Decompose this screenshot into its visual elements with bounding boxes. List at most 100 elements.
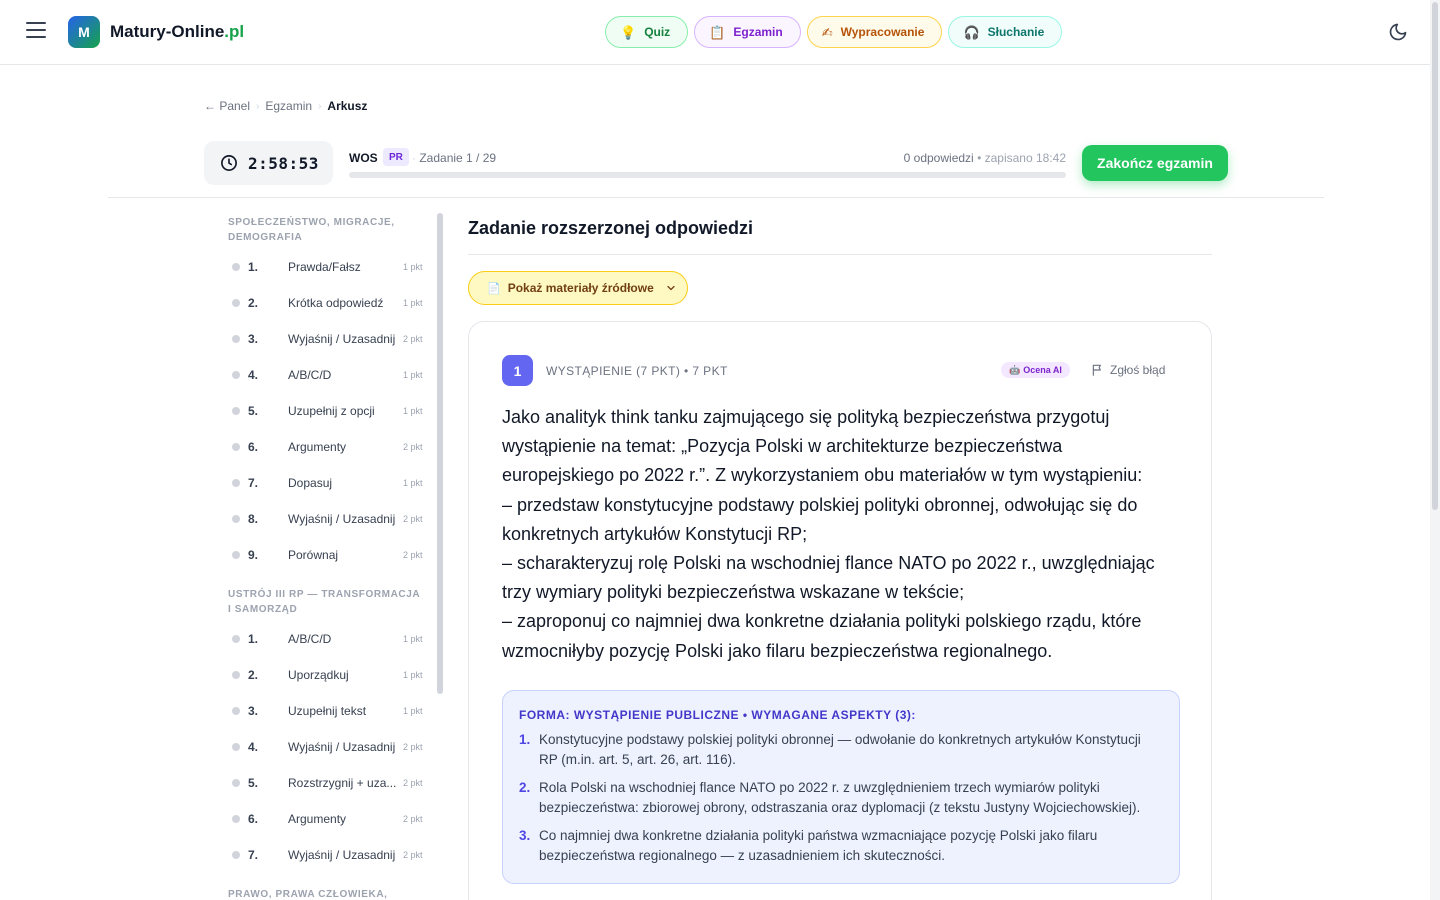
status-dot [232, 815, 240, 823]
task-type-label: Uporządkuj [288, 668, 349, 682]
menu-icon[interactable] [26, 22, 46, 40]
task-points: 2 pkt [403, 550, 423, 560]
status-dot [232, 479, 240, 487]
page-title: Zadanie rozszerzonej odpowiedzi [468, 218, 754, 238]
breadcrumb-separator: › [256, 100, 260, 112]
chevron-down-icon [667, 285, 675, 291]
headphones-icon: 🎧 [963, 24, 980, 40]
lightbulb-icon: 💡 [620, 24, 637, 40]
status-dot [232, 851, 240, 859]
task-number: 5. [248, 404, 259, 418]
sidebar-task-item[interactable]: 5. Uzupełnij z opcji 1 pkt [216, 393, 444, 429]
sidebar-task-item[interactable]: 4. A/B/C/D 1 pkt [216, 357, 444, 393]
question-paragraph: – zaproponuj co najmniej dwa konkretne d… [502, 611, 1142, 661]
task-type-label: Krótka odpowiedź [288, 296, 384, 310]
task-points: 2 pkt [403, 514, 423, 524]
task-type-label: Rozstrzygnij + uza... [288, 776, 397, 790]
task-points: 2 pkt [403, 814, 423, 824]
sidebar-task-item[interactable]: 5. Rozstrzygnij + uza... 2 pkt [216, 765, 444, 801]
task-points: 2 pkt [403, 850, 423, 860]
sidebar-task-item[interactable]: 4. Wyjaśnij / Uzasadnij 2 pkt [216, 729, 444, 765]
sidebar-task-item[interactable]: 3. Uzupełnij tekst 1 pkt [216, 693, 444, 729]
task-type-label: Porównaj [288, 548, 339, 562]
task-points: 1 pkt [403, 298, 423, 308]
task-type-label: Dopasuj [288, 476, 333, 490]
task-type-label: Uzupełnij z opcji [288, 404, 375, 418]
status-dot [232, 743, 240, 751]
sidebar-task-item[interactable]: 6. Argumenty 2 pkt [216, 801, 444, 837]
sidebar-section-title: USTRÓJ III RP — TRANSFORMACJA I SAMORZĄD [228, 589, 420, 615]
show-sources-button[interactable]: 📄 Pokaż materiały źródłowe [468, 271, 688, 305]
clipboard-icon: 📋 [709, 24, 726, 40]
sidebar-section-title: SPOŁECZEŃSTWO, MIGRACJE, DEMOGRAFIA [228, 217, 395, 243]
breadcrumb-egzamin-link[interactable]: Egzamin [265, 99, 312, 113]
ai-grading-badge: 🤖 Ocena AI [1001, 362, 1070, 378]
report-error-button[interactable]: Zgłoś błąd [1091, 363, 1165, 377]
task-points: 2 pkt [403, 778, 423, 788]
finish-exam-button[interactable]: Zakończ egzamin [1082, 145, 1228, 181]
sidebar-task-item[interactable]: 2. Krótka odpowiedź 1 pkt [216, 285, 444, 321]
logo-badge[interactable]: M [68, 16, 100, 48]
task-type-label: Argumenty [288, 440, 347, 454]
breadcrumb-current: Arkusz [327, 99, 368, 113]
question-meta: WYSTĄPIENIE (7 PKT) • 7 PKT [546, 364, 728, 378]
task-number: 6. [248, 440, 259, 454]
task-number: 3. [248, 332, 259, 346]
nav-wypracowanie-button[interactable]: ✍ Wypracowanie [806, 16, 943, 48]
subject-label: WOS [349, 151, 378, 165]
status-dot [232, 671, 240, 679]
status-dot [232, 299, 240, 307]
sidebar-task-item[interactable]: 6. Argumenty 2 pkt [216, 429, 444, 465]
task-points: 1 pkt [403, 262, 423, 272]
task-number: 1. [248, 260, 259, 274]
brand-name[interactable]: Matury-Online.pl [110, 22, 244, 42]
page-scrollbar-thumb[interactable] [1432, 2, 1438, 510]
task-type-label: Wyjaśnij / Uzasadnij [288, 332, 396, 346]
task-number: 4. [248, 740, 259, 754]
timer-value: 2:58:53 [248, 153, 319, 173]
question-card: 1 WYSTĄPIENIE (7 PKT) • 7 PKT 🤖 Ocena AI… [468, 321, 1212, 900]
sidebar-scrollbar-thumb[interactable] [437, 213, 443, 694]
status-dot [232, 707, 240, 715]
task-points: 1 pkt [403, 370, 423, 380]
task-number: 7. [248, 848, 259, 862]
task-number: 4. [248, 368, 259, 382]
task-points: 2 pkt [403, 442, 423, 452]
task-type-label: Uzupełnij tekst [288, 704, 367, 718]
nav-egzamin-button[interactable]: 📋 Egzamin [694, 16, 801, 48]
page-scrollbar[interactable] [1430, 0, 1440, 900]
sidebar-task-item[interactable]: 9. Porównaj 2 pkt [216, 537, 444, 573]
status-dot [232, 263, 240, 271]
aspect-item: 3. Co najmniej dwa konkretne działania po… [519, 828, 1098, 863]
sidebar-task-item[interactable]: 8. Wyjaśnij / Uzasadnij 2 pkt [216, 501, 444, 537]
breadcrumb-separator: › [318, 100, 322, 112]
task-sidebar: SPOŁECZEŃSTWO, MIGRACJE, DEMOGRAFIA 1. Pra… [216, 213, 444, 900]
flag-icon [1092, 364, 1101, 376]
sidebar-task-item[interactable]: 2. Uporządkuj 1 pkt [216, 657, 444, 693]
sidebar-section-title: PRAWO, PRAWA CZŁOWIEKA, [228, 889, 388, 900]
breadcrumb: ← Panel › Egzamin › Arkusz [204, 99, 367, 113]
aspects-heading: FORMA: WYSTĄPIENIE PUBLICZNE • WYMAGANE … [519, 708, 916, 722]
task-number: 9. [248, 548, 259, 562]
level-badge: PR [383, 148, 409, 166]
breadcrumb-back-link[interactable]: ← Panel [204, 99, 250, 113]
top-bar: M Matury-Online.pl 💡 Quiz 📋 Egzamin ✍ Wy… [0, 0, 1430, 65]
sidebar-task-item[interactable]: 1. A/B/C/D 1 pkt [216, 621, 444, 657]
mode-nav: 💡 Quiz 📋 Egzamin ✍ Wypracowanie 🎧 Słucha… [605, 16, 1063, 48]
dark-mode-moon-icon[interactable] [1388, 22, 1408, 42]
nav-sluchanie-button[interactable]: 🎧 Słuchanie [948, 16, 1063, 48]
sidebar-task-item[interactable]: 1. Prawda/Fałsz 1 pkt [216, 249, 444, 285]
clock-icon [221, 155, 237, 171]
aspect-item: 1. Konstytucyjne podstawy polskiej polity… [519, 732, 1141, 767]
task-number: 7. [248, 476, 259, 490]
exam-progress-bar [349, 172, 1066, 178]
nav-quiz-button[interactable]: 💡 Quiz [605, 16, 689, 48]
sidebar-task-item[interactable]: 7. Dopasuj 1 pkt [216, 465, 444, 501]
answers-status: 0 odpowiedzi • zapisano 18:42 [903, 151, 1066, 165]
sidebar-task-item[interactable]: 7. Wyjaśnij / Uzasadnij 2 pkt [216, 837, 444, 873]
task-points: 2 pkt [403, 742, 423, 752]
sidebar-task-item[interactable]: 3. Wyjaśnij / Uzasadnij 2 pkt [216, 321, 444, 357]
task-number: 1. [248, 632, 259, 646]
sidebar-scrollbar[interactable] [437, 213, 443, 900]
task-points: 1 pkt [403, 706, 423, 716]
